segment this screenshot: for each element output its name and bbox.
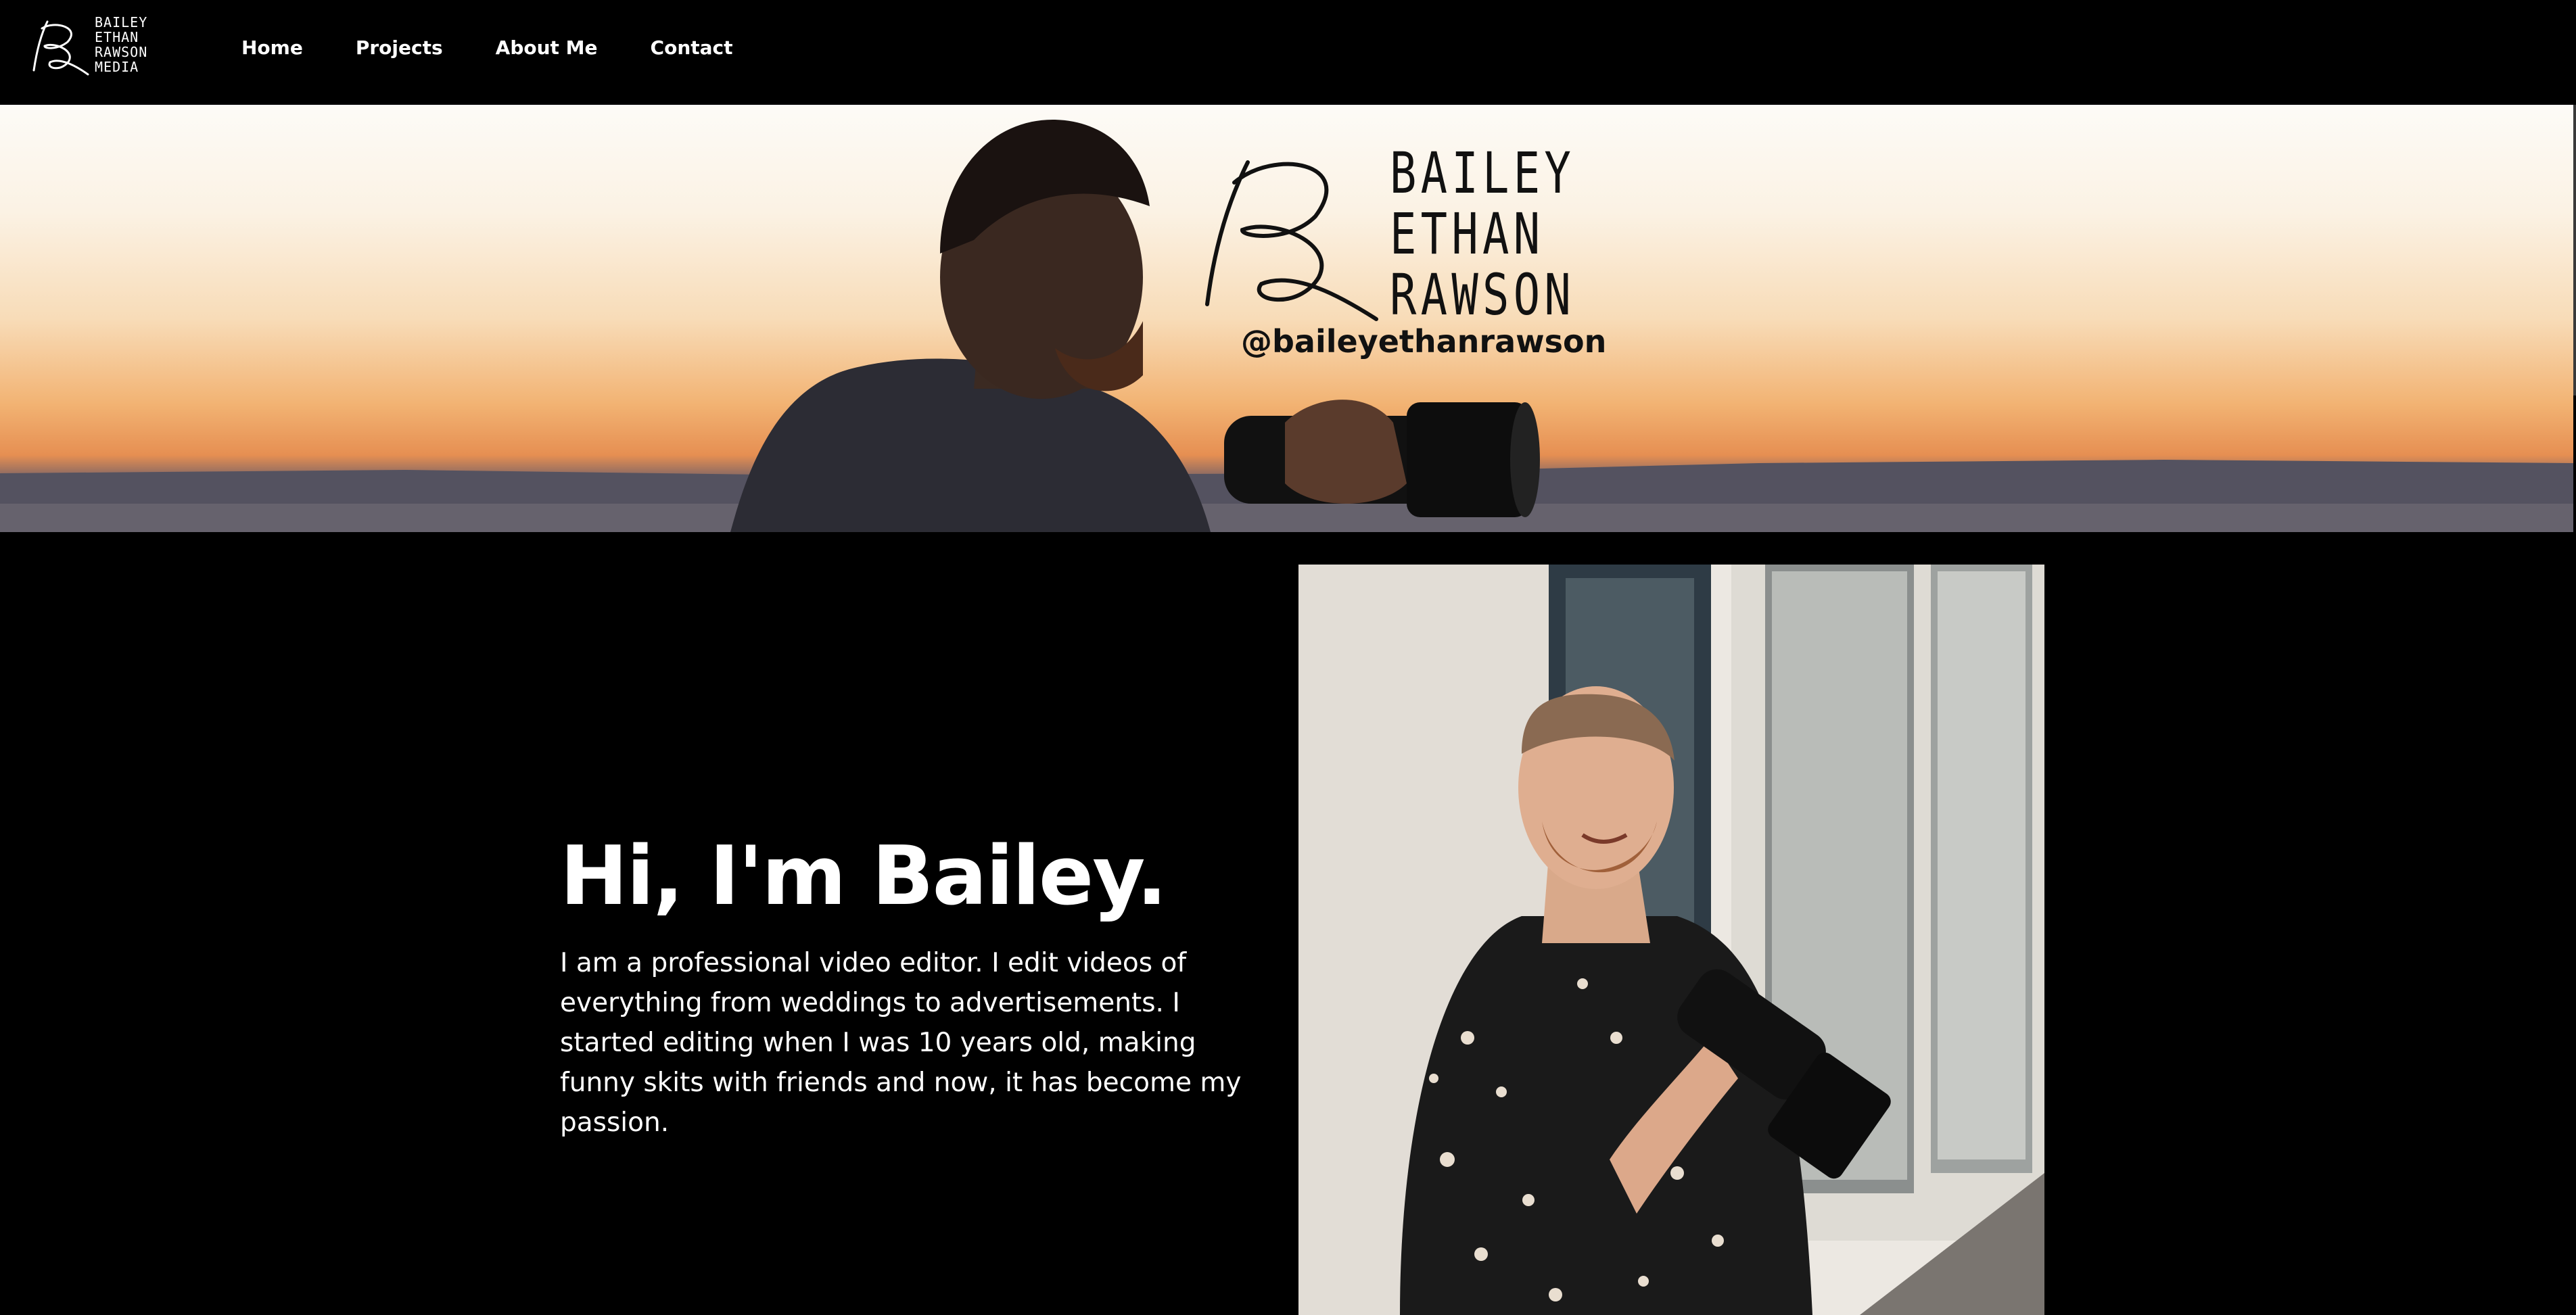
nav-link-about-me[interactable]: About Me: [496, 36, 598, 60]
nav-link-projects[interactable]: Projects: [356, 36, 443, 60]
portrait-image: [1298, 565, 2044, 1315]
hero-banner: BAILEY ETHAN RAWSON @baileyethanrawson: [0, 105, 2573, 532]
intro-bio: I am a professional video editor. I edit…: [560, 948, 1242, 1138]
banner-brand-line: RAWSON: [1390, 262, 1576, 328]
scrollbar[interactable]: [2573, 105, 2576, 396]
banner-brand-wordmark: BAILEY ETHAN RAWSON: [1390, 143, 1627, 325]
logo-line: ETHAN: [95, 29, 139, 45]
site-logo[interactable]: BAILEY ETHAN RAWSON MEDIA: [27, 12, 156, 80]
banner-brand-line: ETHAN: [1390, 201, 1545, 267]
nav-link-contact[interactable]: Contact: [651, 36, 733, 60]
nav-link-home[interactable]: Home: [241, 36, 303, 60]
logo-line: MEDIA: [95, 59, 139, 75]
banner-signature-icon: [1205, 160, 1378, 321]
banner-brand-line: BAILEY: [1390, 140, 1576, 206]
portrait-photo: [1298, 565, 2044, 1315]
social-handle: @baileyethanrawson: [1241, 323, 1607, 360]
top-navigation-bar: BAILEY ETHAN RAWSON MEDIA Home Projects …: [0, 0, 2576, 105]
signature-logo-icon: [32, 20, 89, 76]
intro-section: Hi, I'm Bailey. I am a professional vide…: [0, 532, 2576, 1315]
logo-wordmark: BAILEY ETHAN RAWSON MEDIA: [95, 15, 147, 74]
logo-line: RAWSON: [95, 44, 148, 60]
logo-line: BAILEY: [95, 14, 148, 30]
main-nav: Home Projects About Me Contact: [241, 36, 786, 60]
intro-headline: Hi, I'm Bailey.: [560, 830, 1167, 924]
